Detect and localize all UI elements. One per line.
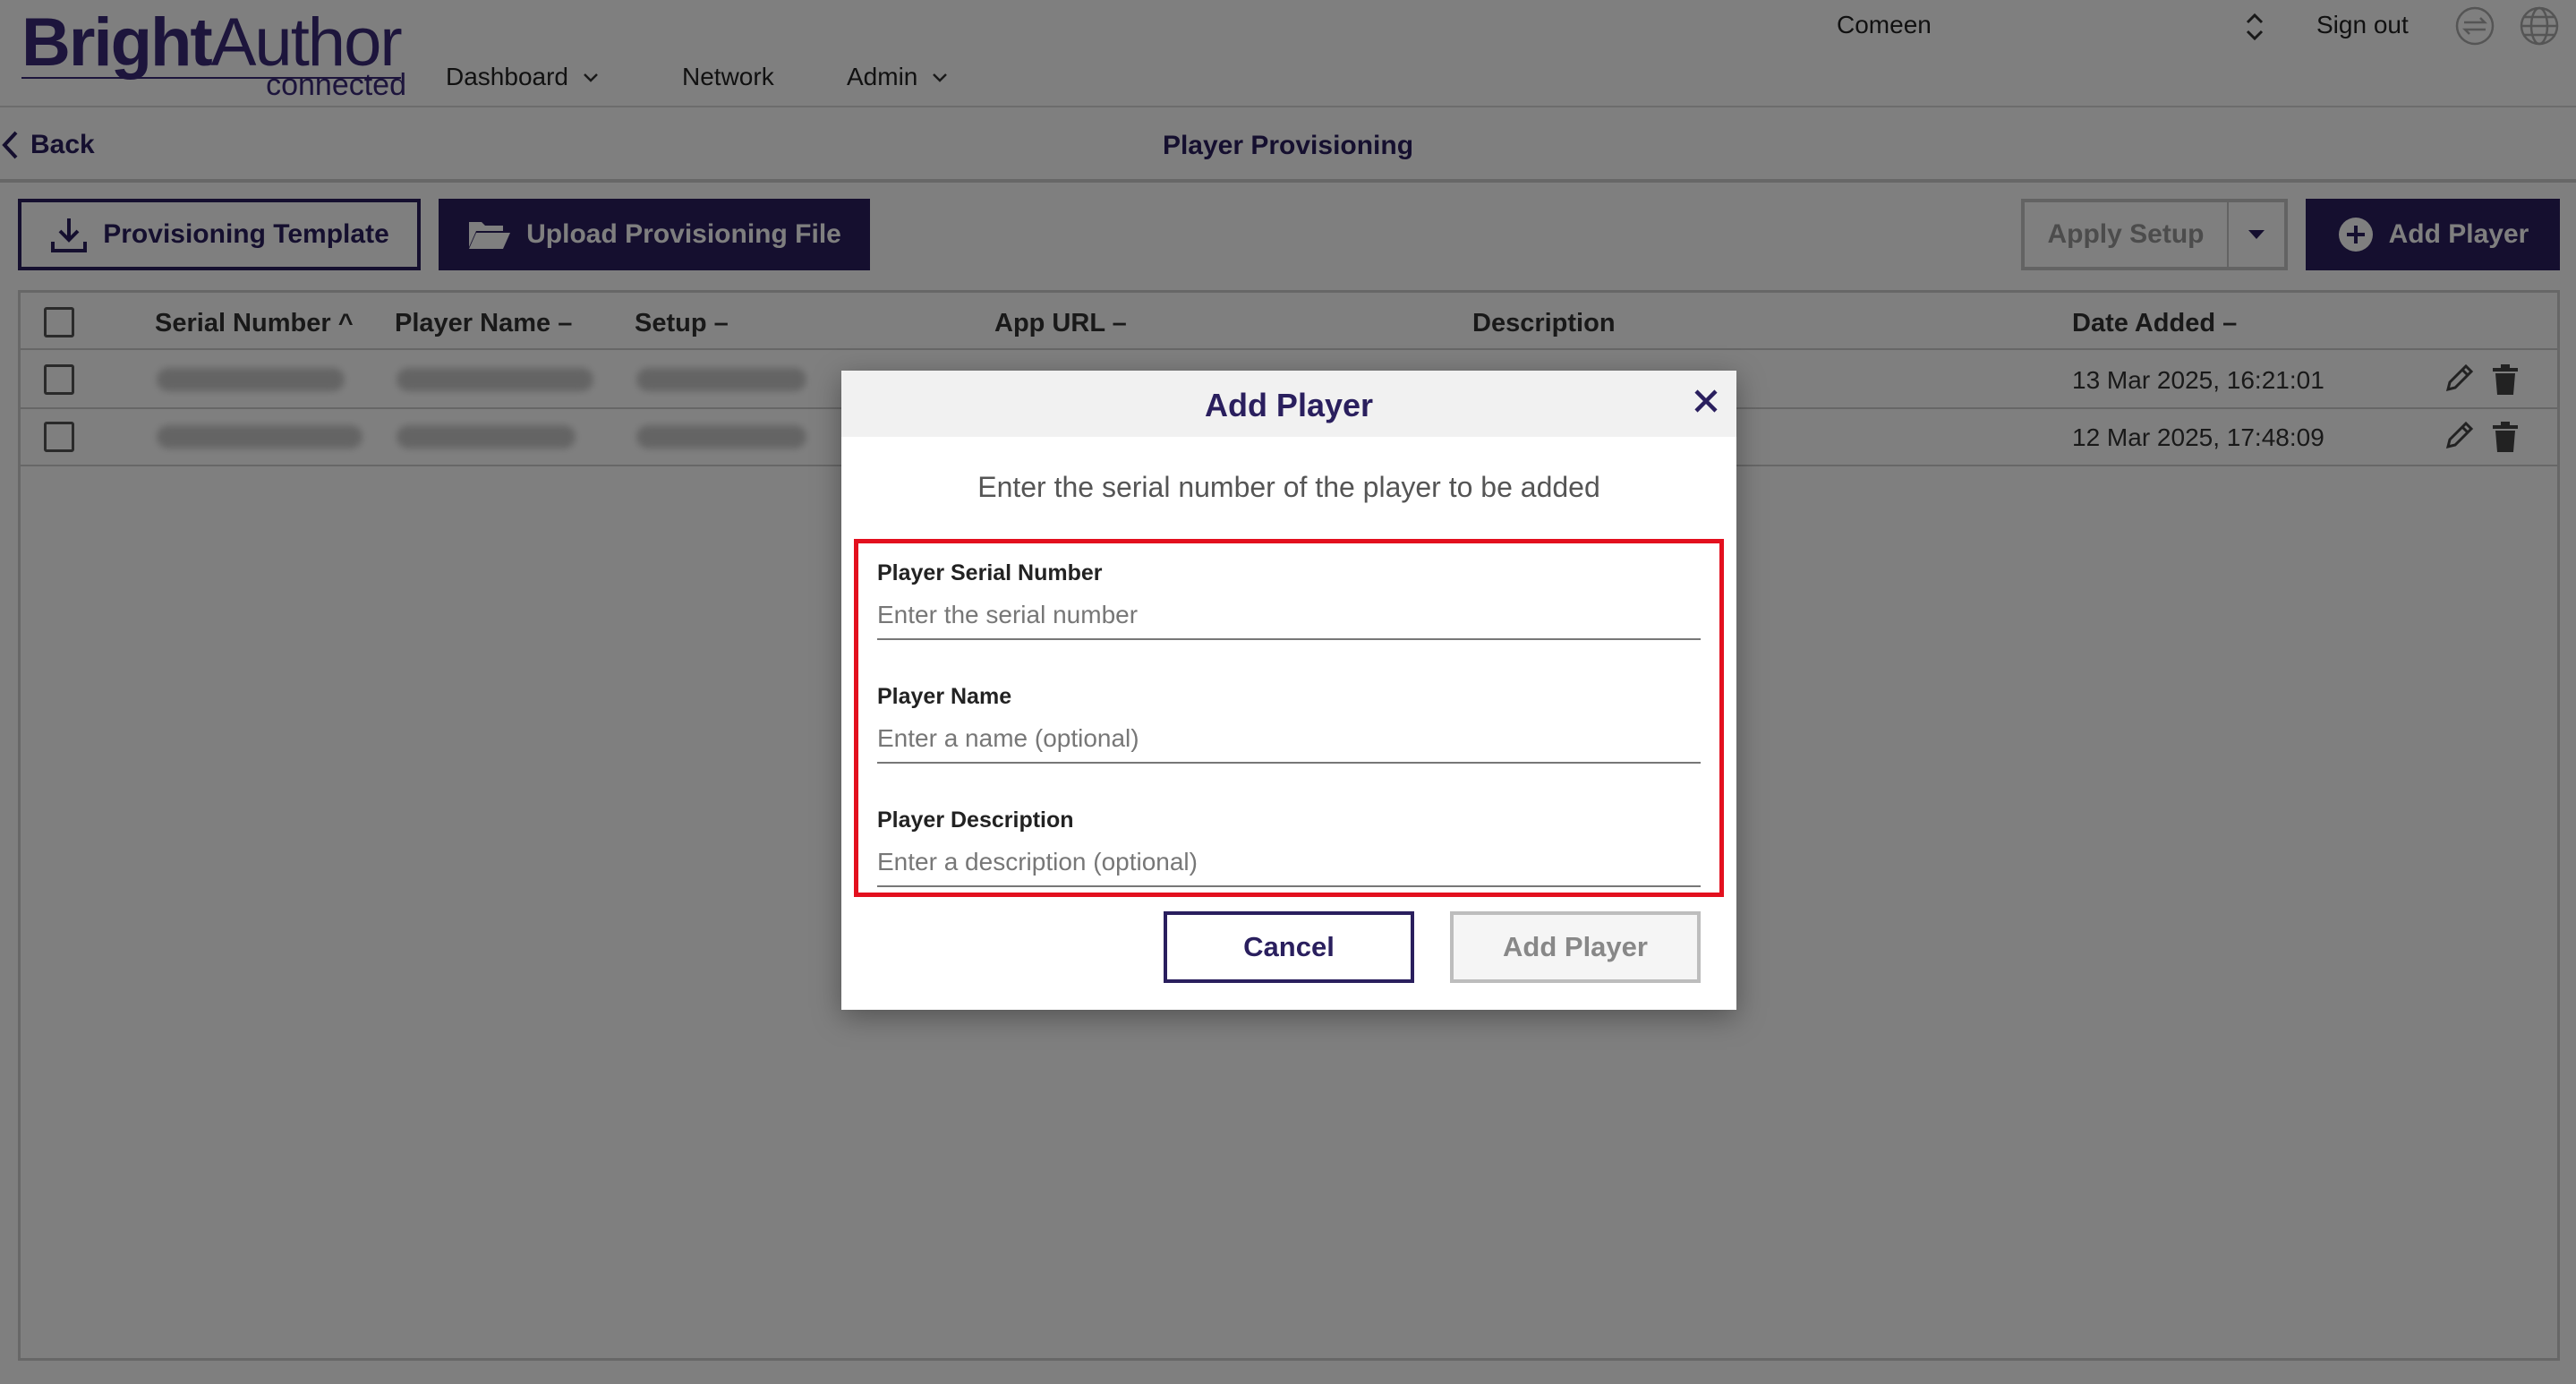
cancel-button[interactable]: Cancel xyxy=(1164,911,1414,983)
dialog-title: Add Player xyxy=(1204,387,1374,423)
player-description-field-group: Player Description xyxy=(877,807,1701,887)
player-description-label: Player Description xyxy=(877,807,1074,833)
serial-number-field-group: Player Serial Number xyxy=(877,560,1701,640)
player-name-field-group: Player Name xyxy=(877,684,1701,764)
player-name-input[interactable] xyxy=(877,721,1701,764)
close-icon xyxy=(1694,389,1718,413)
dialog-header: Add Player xyxy=(841,371,1736,437)
dialog-add-player-button[interactable]: Add Player xyxy=(1450,911,1701,983)
close-button[interactable] xyxy=(1688,383,1724,419)
serial-number-input[interactable] xyxy=(877,597,1701,640)
player-description-input[interactable] xyxy=(877,844,1701,887)
app-window: BrightAuthor connected Dashboard Network… xyxy=(0,0,2576,1384)
dialog-description: Enter the serial number of the player to… xyxy=(977,471,1600,503)
player-name-label: Player Name xyxy=(877,684,1012,709)
serial-number-label: Player Serial Number xyxy=(877,560,1103,585)
add-player-dialog: Add Player Enter the serial number of th… xyxy=(841,371,1736,1010)
